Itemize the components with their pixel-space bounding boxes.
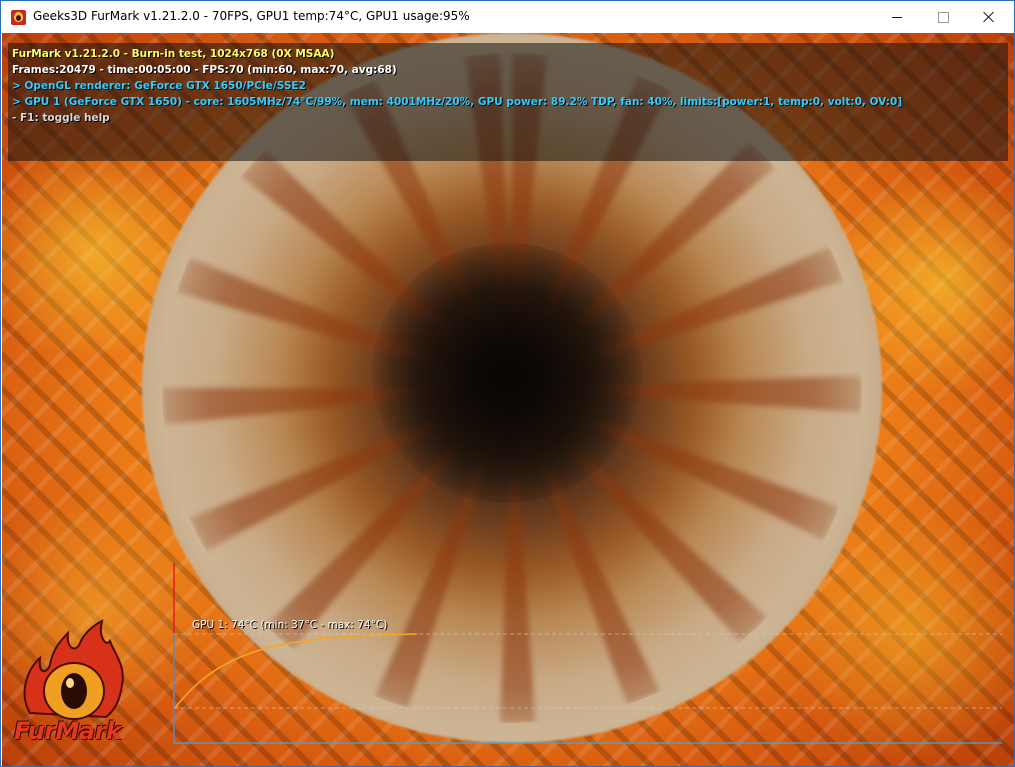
close-icon [983,11,995,23]
title-bar[interactable]: Geeks3D FurMark v1.21.2.0 - 70FPS, GPU1 … [1,1,1014,33]
window-title: Geeks3D FurMark v1.21.2.0 - 70FPS, GPU1 … [33,9,470,23]
minimize-button[interactable] [874,1,920,33]
gpu-temperature-curve [174,633,418,709]
furmark-app-icon[interactable] [11,10,26,25]
render-viewport[interactable]: FurMark v1.21.2.0 - Burn-in test, 1024x7… [2,33,1014,766]
maximize-button[interactable] [920,1,966,33]
temperature-graph [173,563,1002,744]
furmark-window: Geeks3D FurMark v1.21.2.0 - 70FPS, GPU1 … [0,0,1015,767]
close-button[interactable] [966,1,1012,33]
minimize-icon [892,16,902,18]
maximize-icon [937,11,949,23]
gpu-temperature-label: GPU 1: 74°C (min: 37°C - max: 74°C) [192,619,388,631]
